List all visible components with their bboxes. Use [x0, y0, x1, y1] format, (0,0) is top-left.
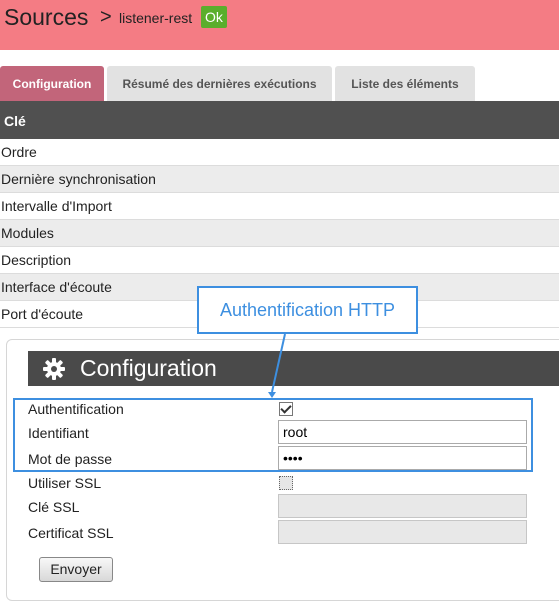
column-header-key: Clé: [4, 113, 26, 129]
table-header: Clé: [0, 101, 559, 139]
source-name: listener-rest: [119, 10, 193, 26]
table-row: Dernière synchronisation: [0, 166, 559, 193]
tab-recent-executions[interactable]: Résumé des dernières exécutions: [107, 66, 332, 101]
ssl-cert-input[interactable]: [278, 520, 527, 544]
ssl-checkbox[interactable]: [279, 476, 293, 490]
ssl-cert-label: Certificat SSL: [28, 525, 114, 541]
table-row: Modules: [0, 220, 559, 247]
table-row: Ordre: [0, 139, 559, 166]
tab-elements-list[interactable]: Liste des éléments: [335, 66, 475, 101]
ssl-key-label: Clé SSL: [28, 499, 80, 515]
breadcrumb-separator: >: [100, 6, 112, 28]
table-row: Intervalle d'Import: [0, 193, 559, 220]
annotation-callout: Authentification HTTP: [197, 286, 418, 334]
table-row: Description: [0, 247, 559, 274]
gear-icon: [42, 357, 66, 386]
submit-button[interactable]: Envoyer: [39, 557, 113, 582]
page-header: Sources > listener-rest Ok: [0, 0, 559, 50]
ssl-key-input[interactable]: [278, 494, 527, 518]
status-badge: Ok: [201, 6, 227, 28]
configuration-title: Configuration: [80, 355, 217, 381]
page-title: Sources: [4, 4, 89, 30]
tab-configuration[interactable]: Configuration: [0, 66, 104, 101]
annotation-highlight-box: [13, 398, 533, 472]
ssl-label: Utiliser SSL: [28, 475, 102, 491]
configuration-header: Configuration: [28, 351, 559, 386]
